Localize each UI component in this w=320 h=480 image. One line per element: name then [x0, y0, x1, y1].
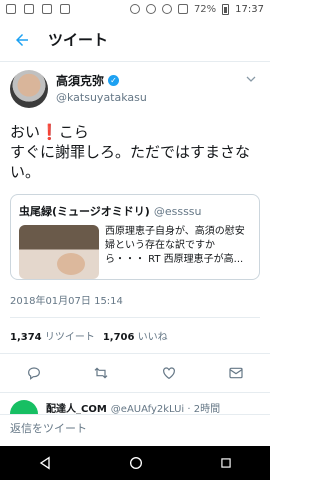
- like-count[interactable]: 1,706 いいね: [103, 328, 168, 343]
- verified-badge-icon: ✓: [108, 75, 120, 86]
- display-name: 高須克弥 ✓: [56, 72, 147, 89]
- heart-icon: [162, 367, 175, 380]
- clock: 17:37: [235, 3, 264, 15]
- back-button[interactable]: [0, 18, 44, 62]
- retweet-icon: [94, 367, 108, 379]
- reply-avatar[interactable]: [10, 400, 38, 414]
- quoted-handle: @essssu: [153, 204, 202, 218]
- like-button[interactable]: [159, 363, 179, 383]
- back-arrow-icon: [16, 33, 28, 46]
- back-nav-icon[interactable]: [37, 455, 53, 471]
- tweet-timestamp: 2018年01月07日 15:14: [10, 296, 123, 307]
- quoted-tweet-image: [19, 225, 99, 279]
- reply-placeholder: 返信をツイート: [10, 421, 87, 435]
- vibrate-icon: [145, 4, 156, 14]
- quoted-tweet-text: 西原理恵子自身が、高須の慰安婦という存在な訳ですから・・・ RT 西原理恵子が高…: [105, 226, 245, 265]
- user-handle: @katsuyatakasu: [56, 91, 147, 104]
- exclamation-emoji: ❗: [40, 123, 59, 141]
- signal-icon: [177, 4, 188, 14]
- retweet-count-value: 1,374: [10, 332, 42, 343]
- bluetooth-icon: [129, 4, 140, 14]
- recents-nav-icon[interactable]: [219, 456, 233, 470]
- display-name-text: 高須克弥: [56, 74, 105, 88]
- reply-compose-field[interactable]: 返信をツイート: [0, 414, 270, 440]
- face-shape: [57, 253, 85, 275]
- author-names[interactable]: 高須克弥 ✓ @katsuyatakasu: [56, 72, 147, 104]
- reply-display-name: 配達人_COM: [46, 404, 107, 414]
- retweet-count[interactable]: 1,374 リツイート: [10, 328, 95, 343]
- app-bar: ツイート: [0, 18, 270, 62]
- tweet-text: おい❗こら すぐに謝罪しろ。ただではすまさない。: [0, 108, 270, 182]
- quoted-display-name: 虫尾緑(ミュージオミドリ): [19, 205, 150, 218]
- retweet-button[interactable]: [91, 363, 111, 383]
- quoted-tweet-header: 虫尾緑(ミュージオミドリ) @essssu: [19, 203, 251, 219]
- page-title: ツイート: [48, 31, 109, 49]
- reply-icon: [27, 367, 40, 380]
- tweet-text-part: こら: [58, 123, 89, 141]
- twitter-notification-icon: [24, 4, 34, 14]
- tweet-header: 高須克弥 ✓ @katsuyatakasu: [0, 62, 270, 108]
- tweet-detail: 高須克弥 ✓ @katsuyatakasu おい❗こら すぐに謝罪しろ。ただでは…: [0, 62, 270, 393]
- gallery-icon: [6, 4, 16, 14]
- quoted-tweet-body: 西原理恵子自身が、高須の慰安婦という存在な訳ですから・・・ RT 西原理恵子が高…: [19, 225, 251, 279]
- tweet-text-line: すぐに謝罪しろ。ただではすまさない。: [10, 143, 251, 181]
- retweet-label: リツイート: [44, 332, 95, 343]
- reply-list-item[interactable]: 配達人_COM @eAUAfy2kLUi · 2時間: [0, 396, 270, 414]
- chevron-down-icon: [246, 76, 256, 82]
- reply-handle: @eAUAfy2kLUi · 2時間: [110, 404, 221, 414]
- quoted-tweet[interactable]: 虫尾緑(ミュージオミドリ) @essssu 西原理恵子自身が、高須の慰安婦という…: [10, 194, 260, 280]
- status-bar: 72% 17:37: [0, 0, 270, 18]
- tweet-stats: 1,374 リツイート 1,706 いいね: [0, 318, 270, 343]
- like-count-value: 1,706: [102, 332, 135, 343]
- android-nav-bar: [0, 446, 270, 480]
- avatar[interactable]: [10, 70, 48, 108]
- battery-percent: 72%: [193, 3, 217, 15]
- like-label: いいね: [137, 332, 168, 343]
- mail-icon: [60, 4, 70, 14]
- tweet-text-part: おい: [10, 123, 41, 141]
- more-options-button[interactable]: [242, 70, 260, 88]
- tweet-actions: [0, 353, 270, 393]
- battery-icon: [222, 3, 230, 15]
- wifi-icon: [161, 4, 172, 14]
- mail-share-icon: [229, 367, 243, 379]
- reply-button[interactable]: [24, 363, 44, 383]
- share-button[interactable]: [226, 363, 246, 383]
- settings-icon: [42, 4, 52, 14]
- home-nav-icon[interactable]: [128, 455, 144, 471]
